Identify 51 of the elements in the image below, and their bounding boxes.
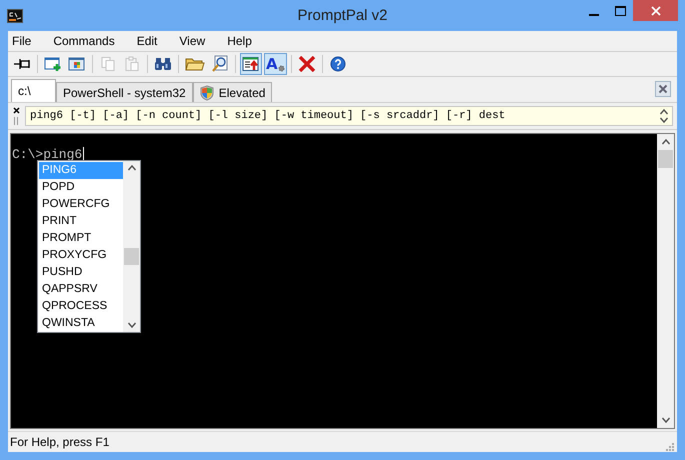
- command-line: C:\>ping6: [12, 147, 82, 162]
- menu-item[interactable]: Edit: [132, 34, 168, 48]
- paste-icon: [124, 56, 140, 72]
- window-arrow-button[interactable]: [240, 53, 262, 75]
- gear-icon: [278, 65, 285, 72]
- close-icon: [298, 56, 316, 72]
- close-icon[interactable]: [12, 107, 20, 114]
- resize-grip-icon[interactable]: [665, 442, 675, 452]
- copy-icon: [100, 56, 116, 72]
- syntax-hint: ping6 [-t] [-a] [-n count] [-l size] [-w timeout] [-s srcaddr] [-r] dest: [30, 110, 506, 122]
- completion-item[interactable]: PUSHD: [39, 264, 123, 281]
- menu-item[interactable]: View: [175, 34, 216, 48]
- window-icon: [68, 56, 86, 72]
- window-plus-icon: [44, 56, 62, 72]
- minimize-icon: [589, 14, 599, 16]
- menu-item[interactable]: File: [8, 34, 42, 48]
- pin-icon: [13, 57, 31, 71]
- console-app-icon: [7, 8, 23, 24]
- completion-item[interactable]: QWINSTA: [39, 315, 123, 332]
- tab[interactable]: c:\: [11, 79, 56, 102]
- list-scrollbar[interactable]: [123, 161, 140, 332]
- menu-item[interactable]: Commands: [49, 34, 125, 48]
- tab[interactable]: PowerShell - system32: [56, 82, 193, 102]
- close-icon: [658, 84, 668, 94]
- grip-icon[interactable]: [13, 117, 19, 125]
- tab[interactable]: Elevated: [192, 82, 272, 102]
- completion-item[interactable]: QAPPSRV: [39, 281, 123, 298]
- close-button[interactable]: [633, 0, 678, 21]
- menu-item[interactable]: Help: [223, 34, 262, 48]
- text-cursor: [83, 147, 84, 161]
- binoculars-icon: [154, 56, 172, 72]
- completion-item[interactable]: PRINT: [39, 213, 123, 230]
- console-screen[interactable]: C:\>ping6 PING6 POPD POWERCFG PRINT PROMPT PROXYCFG PUSHD QAPPSRV QPROCESS QWINSTA: [10, 133, 675, 429]
- scroll-thumb[interactable]: [124, 248, 139, 265]
- spin-arrows-icon[interactable]: [659, 108, 669, 124]
- completion-item[interactable]: POWERCFG: [39, 196, 123, 213]
- font-button[interactable]: A: [264, 53, 287, 75]
- vertical-scrollbar[interactable]: [657, 134, 674, 428]
- completion-item[interactable]: PROXYCFG: [39, 247, 123, 264]
- completion-item[interactable]: POPD: [39, 179, 123, 196]
- completion-item[interactable]: QPROCESS: [39, 298, 123, 315]
- scroll-thumb[interactable]: [658, 150, 673, 168]
- help-icon: [330, 56, 346, 72]
- status-text: For Help, press F1: [10, 435, 110, 449]
- window-title: PromptPal v2: [297, 7, 388, 24]
- magnifier-icon: [211, 55, 229, 73]
- folder-icon: [185, 56, 205, 72]
- maximize-icon: [614, 6, 626, 16]
- close-tab-button[interactable]: [655, 81, 671, 97]
- completion-item[interactable]: PROMPT: [39, 230, 123, 247]
- close-icon: [650, 6, 660, 16]
